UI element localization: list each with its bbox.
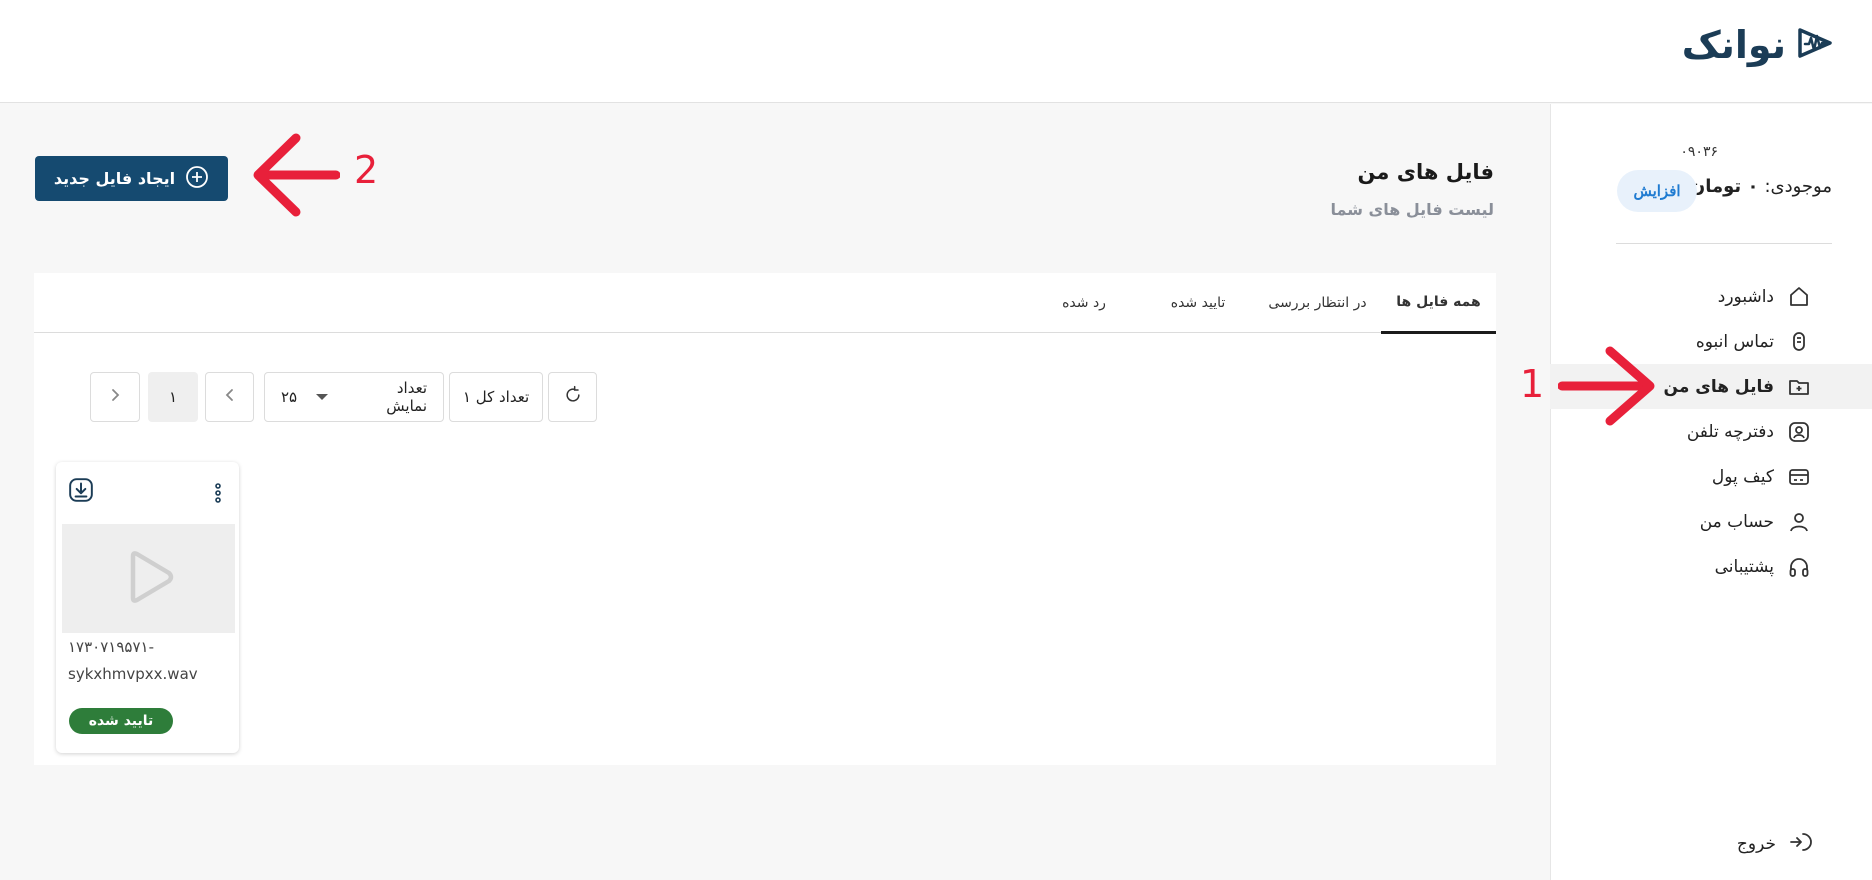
refresh-button[interactable] <box>548 372 597 422</box>
balance-row: موجودی: ۰ تومان <box>1690 176 1832 197</box>
logout-button[interactable]: خروج <box>1737 830 1812 858</box>
sidebar-divider <box>1616 243 1832 244</box>
pagination-page-1[interactable]: ۱ <box>148 372 198 422</box>
home-icon <box>1786 284 1812 310</box>
tab-rejected[interactable]: رد شده <box>1044 273 1124 333</box>
sidebar-item-wallet[interactable]: کیف پول <box>1550 454 1872 499</box>
annotation-arrow-2-icon <box>253 133 340 217</box>
tab-pending-review[interactable]: در انتظار بررسی <box>1260 273 1375 333</box>
user-icon <box>1786 509 1812 535</box>
chevron-left-icon <box>223 387 237 407</box>
wallet-icon <box>1786 464 1812 490</box>
per-page-select[interactable]: تعداد نمایش ۲۵ <box>264 372 444 422</box>
files-panel <box>34 273 1496 765</box>
contact-book-icon <box>1786 419 1812 445</box>
sidebar-item-label: تماس انبوه <box>1695 331 1774 352</box>
chevron-down-icon <box>315 388 329 406</box>
total-count: تعداد کل ۱ <box>449 372 543 422</box>
page-title: فایل های من <box>1357 160 1494 184</box>
sidebar-item-label: داشبورد <box>1717 286 1774 307</box>
audio-thumbnail[interactable] <box>62 524 235 633</box>
balance-value: ۰ تومان <box>1689 176 1759 197</box>
tab-all-files[interactable]: همه فایل ها <box>1381 273 1496 334</box>
sidebar-item-label: دفترچه تلفن <box>1686 421 1774 442</box>
plus-circle-icon <box>185 165 209 193</box>
increase-balance-button[interactable]: افزایش <box>1617 170 1697 212</box>
file-name: ۱۷۳۰۷۱۹۵۷۱- <box>68 638 154 656</box>
logout-label: خروج <box>1736 834 1776 854</box>
sidebar-item-label: حساب من <box>1699 511 1774 532</box>
tab-approved[interactable]: تایید شده <box>1148 273 1248 333</box>
refresh-icon <box>563 385 583 409</box>
logout-icon <box>1788 830 1812 858</box>
annotation-number-2: 2 <box>354 148 379 192</box>
folder-plus-icon <box>1786 374 1812 400</box>
page-subtitle: لیست فایل های شما <box>1330 200 1494 219</box>
create-new-file-label: ایجاد فایل جدید <box>53 169 176 188</box>
more-options-icon[interactable] <box>212 482 224 510</box>
sidebar-item-label: فایل های من <box>1663 376 1774 397</box>
file-name-extension: sykxhmvpxx.wav <box>68 665 198 683</box>
balance-amount: ۰۹۰۳۶ <box>1680 144 1718 160</box>
annotation-arrow-1-icon <box>1558 346 1655 426</box>
top-bar <box>0 0 1872 103</box>
per-page-value: ۲۵ <box>281 388 298 406</box>
logo-text: نوانک <box>1681 23 1787 67</box>
pagination-prev-button[interactable] <box>90 372 140 422</box>
balance-label: موجودی: <box>1764 176 1832 197</box>
sidebar-item-support[interactable]: پشتیبانی <box>1550 544 1872 589</box>
app-logo[interactable]: نوانک <box>1682 22 1836 68</box>
sidebar-item-label: پشتیبانی <box>1714 556 1774 577</box>
annotation-number-1: 1 <box>1520 362 1545 406</box>
sidebar-item-label: کیف پول <box>1711 466 1774 487</box>
headphones-icon <box>1786 554 1812 580</box>
chevron-right-icon <box>108 387 122 407</box>
microphone-icon <box>1786 329 1812 355</box>
sidebar-item-my-account[interactable]: حساب من <box>1550 499 1872 544</box>
play-icon <box>121 549 177 609</box>
create-new-file-button[interactable]: ایجاد فایل جدید <box>35 156 228 201</box>
per-page-label: تعداد نمایش <box>386 379 427 415</box>
sidebar-item-dashboard[interactable]: داشبورد <box>1550 274 1872 319</box>
download-icon[interactable] <box>68 477 94 507</box>
pagination-next-button[interactable] <box>205 372 254 422</box>
logo-mark-icon <box>1794 22 1836 68</box>
status-badge: تایید شده <box>69 708 173 734</box>
